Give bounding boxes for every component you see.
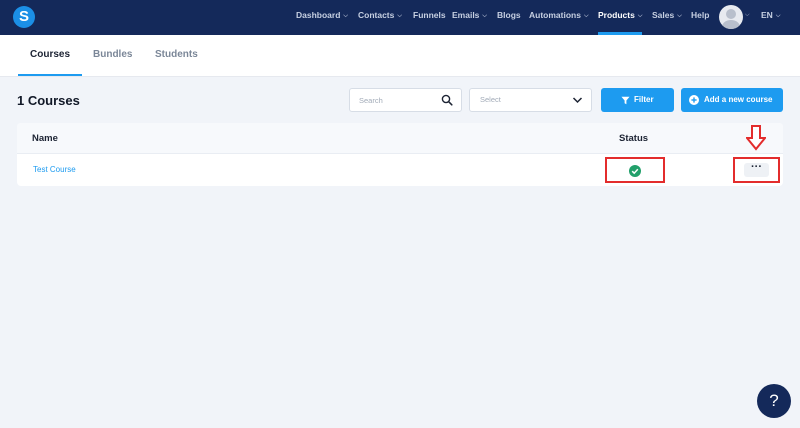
help-button[interactable]: ? [757,384,791,418]
user-avatar[interactable] [719,5,743,29]
nav-blogs[interactable]: Blogs [497,0,521,35]
nav-funnels[interactable]: Funnels [413,0,446,35]
tab-bar: Courses Bundles Students [0,35,800,77]
actions-highlight-box: ··· [733,157,780,183]
chevron-down-icon: ⌵ [343,13,348,19]
language-selector[interactable]: EN ⌵ [761,0,780,35]
nav-automations[interactable]: Automations ⌵ [529,0,589,35]
search-icon[interactable] [441,94,453,106]
top-navigation: S Dashboard ⌵ Contacts ⌵ Funnels Emails ⌵ B… [0,0,800,35]
chevron-down-icon: ⌵ [677,13,682,19]
nav-emails[interactable]: Emails ⌵ [452,0,487,35]
app-logo[interactable]: S [13,6,35,28]
filter-button-label: Filter [634,95,654,104]
avatar-body [722,20,740,29]
nav-contacts[interactable]: Contacts ⌵ [358,0,402,35]
nav-products[interactable]: Products ⌵ [598,0,643,35]
avatar-chevron-down-icon[interactable]: ⌵ [745,0,750,35]
arrow-down-icon [746,125,766,151]
filter-button[interactable]: Filter [601,88,674,112]
status-select[interactable]: Select [469,88,592,112]
page-title: 1 Courses [17,93,80,108]
table-row: Test Course ··· [17,154,783,186]
chevron-down-icon: ⌵ [775,13,781,19]
chevron-down-icon: ⌵ [637,13,643,19]
add-course-button[interactable]: Add a new course [681,88,783,112]
nav-help[interactable]: Help [691,0,709,35]
plus-circle-icon [689,95,699,105]
chevron-down-icon [572,97,583,104]
course-name-link[interactable]: Test Course [33,154,76,186]
tab-bundles[interactable]: Bundles [93,35,132,76]
filter-icon [621,96,630,105]
chevron-down-icon: ⌵ [482,13,487,19]
avatar-head [726,9,736,19]
nav-dashboard[interactable]: Dashboard ⌵ [296,0,348,35]
more-options-button[interactable]: ··· [744,162,769,177]
check-circle-icon [629,165,641,177]
add-course-button-label: Add a new course [704,95,773,104]
tab-students[interactable]: Students [155,35,198,76]
select-placeholder: Select [480,95,501,104]
table-header: Name Status [17,123,783,154]
chevron-down-icon: ⌵ [397,13,402,19]
nav-sales[interactable]: Sales ⌵ [652,0,682,35]
column-header-status: Status [619,133,649,144]
tab-courses[interactable]: Courses [17,35,83,76]
column-header-name: Name [32,133,58,144]
status-highlight-box [605,157,665,183]
courses-table: Name Status Test Course ··· [17,123,783,186]
chevron-down-icon: ⌵ [583,13,589,19]
